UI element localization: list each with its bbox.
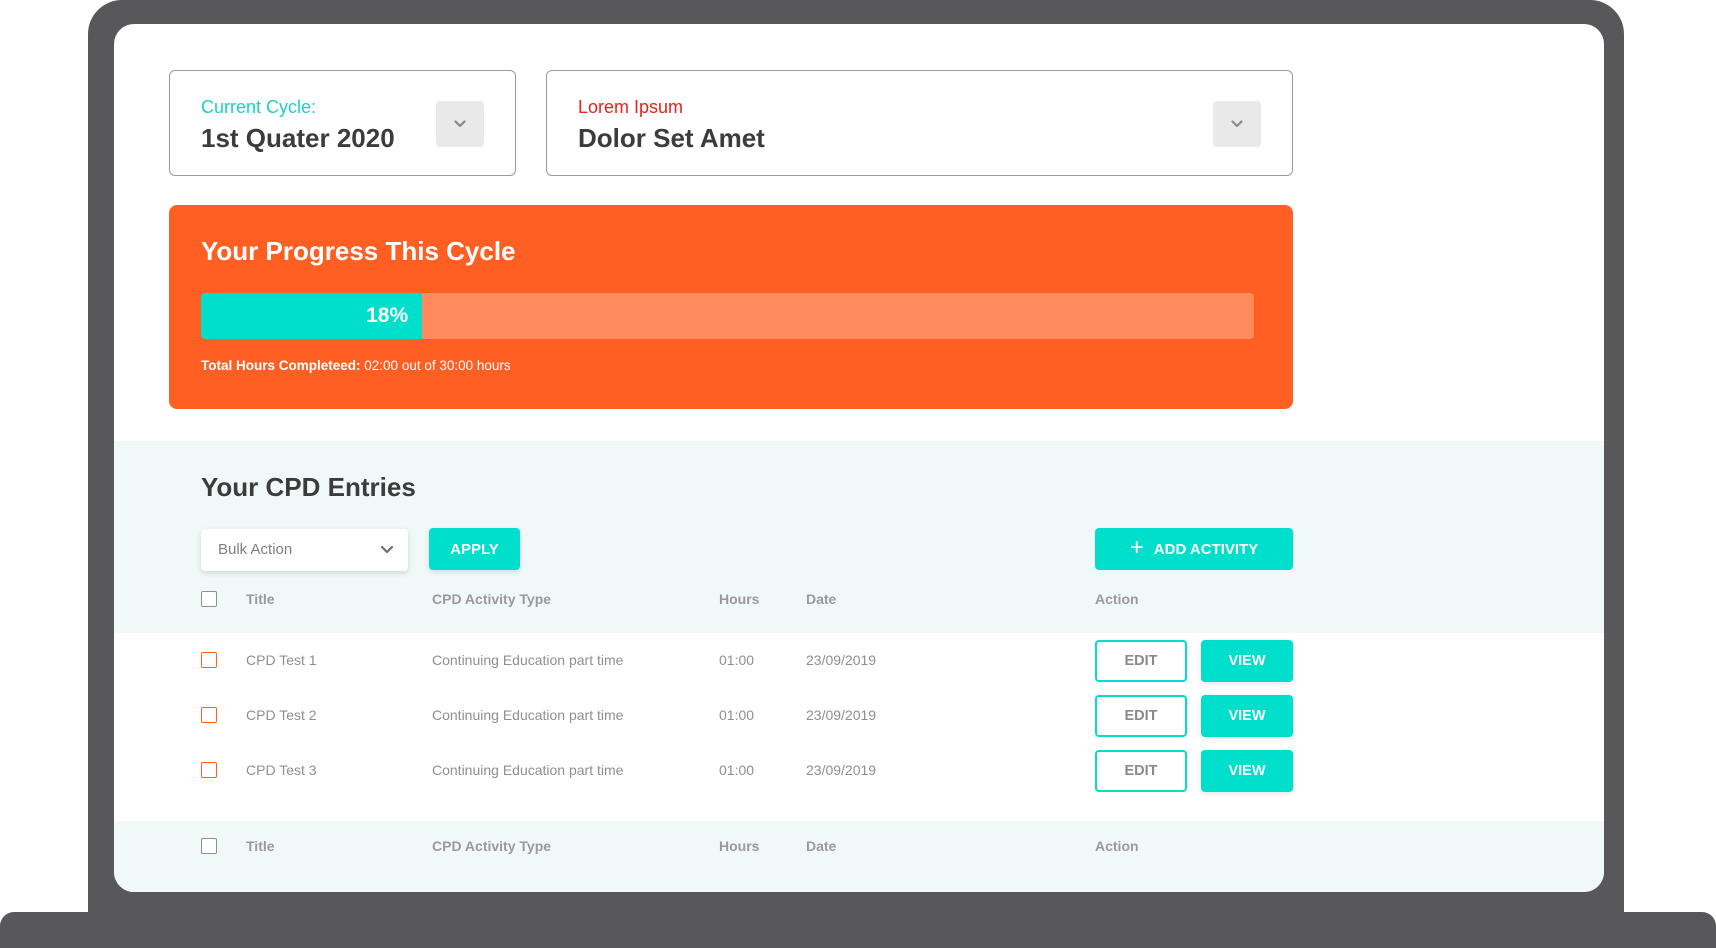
row-hours: 01:00: [719, 762, 755, 778]
row-title: CPD Test 3: [246, 762, 317, 778]
table-row: CPD Test 2 Continuing Education part tim…: [114, 690, 1604, 740]
add-activity-button[interactable]: + ADD ACTIVITY: [1095, 528, 1293, 570]
cycle-selector[interactable]: Current Cycle: 1st Quater 2020: [169, 70, 516, 176]
hours-summary: Total Hours Completeed: 02:00 out of 30:…: [201, 358, 511, 373]
column-header-date: Date: [806, 838, 837, 854]
row-date: 23/09/2019: [806, 652, 877, 668]
column-header-date: Date: [806, 591, 837, 607]
column-header-title: Title: [246, 591, 275, 607]
column-header-action: Action: [1095, 838, 1139, 854]
view-button[interactable]: VIEW: [1201, 750, 1293, 792]
edit-button[interactable]: EDIT: [1095, 640, 1187, 682]
hours-value: 02:00 out of 30:00 hours: [364, 358, 511, 373]
bulk-action-select[interactable]: Bulk Action: [201, 529, 408, 571]
entries-title: Your CPD Entries: [201, 472, 416, 502]
cycle-dropdown-button[interactable]: [436, 101, 484, 147]
column-header-type: CPD Activity Type: [432, 591, 552, 607]
progress-bar: 18%: [201, 293, 1254, 339]
select-all-checkbox[interactable]: [201, 591, 217, 607]
progress-bar-fill: 18%: [201, 293, 423, 339]
table-header: Title CPD Activity Type Hours Date Actio…: [114, 574, 1604, 624]
secondary-label: Lorem Ipsum: [578, 97, 684, 117]
row-hours: 01:00: [719, 707, 755, 723]
row-checkbox[interactable]: [201, 652, 217, 668]
row-date: 23/09/2019: [806, 707, 877, 723]
column-header-hours: Hours: [719, 838, 760, 854]
view-button[interactable]: VIEW: [1201, 695, 1293, 737]
cycle-value: 1st Quater 2020: [201, 123, 395, 153]
table-row: CPD Test 1 Continuing Education part tim…: [114, 635, 1604, 685]
edit-button[interactable]: EDIT: [1095, 750, 1187, 792]
select-all-checkbox[interactable]: [201, 838, 217, 854]
bulk-action-value: Bulk Action: [218, 541, 293, 558]
secondary-selector[interactable]: Lorem Ipsum Dolor Set Amet: [546, 70, 1293, 176]
row-title: CPD Test 1: [246, 652, 317, 668]
row-checkbox[interactable]: [201, 707, 217, 723]
row-activity-type: Continuing Education part time: [432, 707, 624, 723]
row-activity-type: Continuing Education part time: [432, 652, 624, 668]
chevron-down-icon: [380, 545, 394, 554]
cycle-label: Current Cycle:: [201, 97, 317, 117]
row-date: 23/09/2019: [806, 762, 877, 778]
table-footer-header: Title CPD Activity Type Hours Date Actio…: [114, 821, 1604, 871]
table-row: CPD Test 3 Continuing Education part tim…: [114, 745, 1604, 795]
secondary-dropdown-button[interactable]: [1213, 101, 1261, 147]
column-header-action: Action: [1095, 591, 1139, 607]
progress-card: Your Progress This Cycle 18% Total Hours…: [169, 205, 1293, 409]
column-header-type: CPD Activity Type: [432, 838, 552, 854]
column-header-title: Title: [246, 838, 275, 854]
secondary-value: Dolor Set Amet: [578, 123, 765, 153]
edit-button[interactable]: EDIT: [1095, 695, 1187, 737]
row-activity-type: Continuing Education part time: [432, 762, 624, 778]
row-hours: 01:00: [719, 652, 755, 668]
add-activity-label: ADD ACTIVITY: [1153, 540, 1259, 558]
chevron-down-icon: [1231, 120, 1243, 128]
row-title: CPD Test 2: [246, 707, 317, 723]
app-screen: Current Cycle: 1st Quater 2020 Lorem Ips…: [114, 24, 1604, 892]
row-checkbox[interactable]: [201, 762, 217, 778]
laptop-base: [0, 912, 1716, 948]
column-header-hours: Hours: [719, 591, 760, 607]
plus-icon: +: [1129, 534, 1144, 561]
hours-label: Total Hours Completeed:: [201, 358, 361, 373]
view-button[interactable]: VIEW: [1201, 640, 1293, 682]
chevron-down-icon: [454, 120, 466, 128]
progress-percent: 18%: [366, 304, 409, 327]
progress-title: Your Progress This Cycle: [201, 236, 516, 266]
apply-button[interactable]: APPLY: [429, 528, 520, 570]
